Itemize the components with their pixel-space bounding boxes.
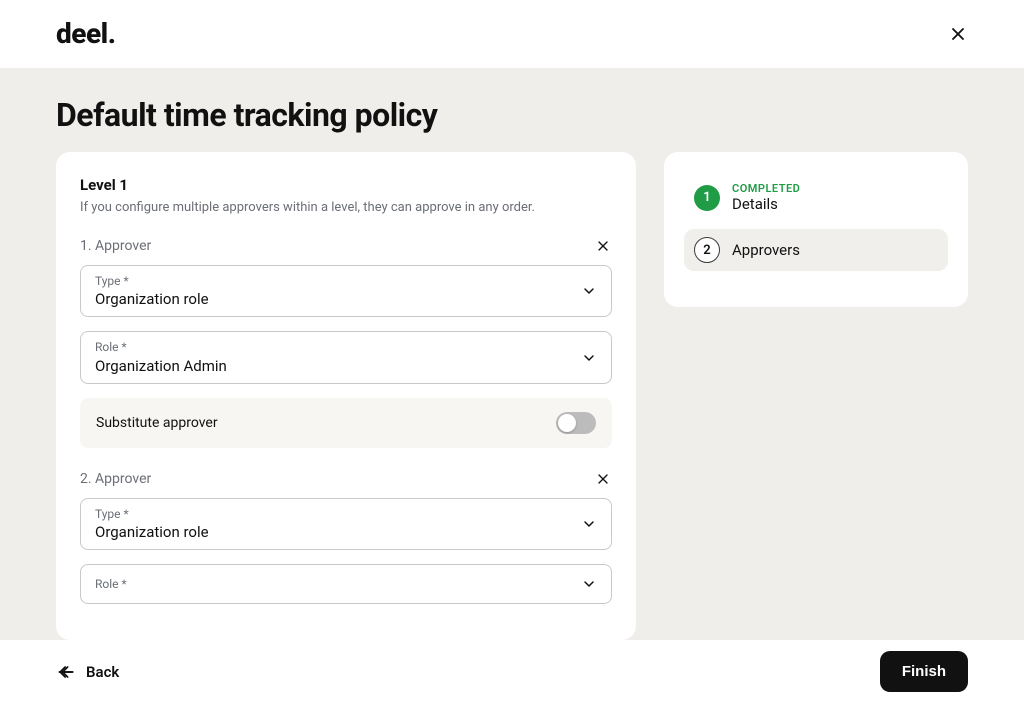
- field-label: Type *: [95, 274, 571, 288]
- chevron-down-icon: [581, 576, 597, 592]
- chevron-down-icon: [581, 350, 597, 366]
- step-badge-done: 1: [694, 185, 720, 211]
- finish-button[interactable]: Finish: [880, 651, 968, 692]
- back-label: Back: [86, 663, 119, 681]
- approver-type-select[interactable]: Type * Organization role: [80, 498, 612, 550]
- approvers-card: Level 1 If you configure multiple approv…: [56, 152, 636, 640]
- substitute-approver-toggle[interactable]: [556, 412, 596, 434]
- approver-type-select[interactable]: Type * Organization role: [80, 265, 612, 317]
- field-value: Organization role: [95, 290, 571, 308]
- step-badge-number: 2: [694, 237, 720, 263]
- substitute-approver-row: Substitute approver: [80, 398, 612, 448]
- close-icon[interactable]: [948, 24, 968, 44]
- chevron-down-icon: [581, 516, 597, 532]
- field-value: Organization role: [95, 523, 571, 541]
- approver-role-select[interactable]: Role *: [80, 564, 612, 604]
- approver-header: 2. Approver: [80, 470, 612, 488]
- approver-label: 1. Approver: [80, 238, 151, 254]
- footer-bar: Back Finish: [0, 640, 1024, 702]
- field-value: Organization Admin: [95, 357, 571, 375]
- chevron-down-icon: [581, 283, 597, 299]
- step-label: Details: [732, 195, 800, 213]
- approver-header: 1. Approver: [80, 237, 612, 255]
- remove-approver-icon[interactable]: [594, 470, 612, 488]
- step-label: Approvers: [732, 241, 800, 259]
- top-bar: deel.: [0, 0, 1024, 68]
- approver-label: 2. Approver: [80, 471, 151, 487]
- toggle-knob: [558, 414, 576, 432]
- field-label: Role *: [95, 340, 571, 354]
- steps-card: 1 COMPLETED Details 2 Approvers: [664, 152, 968, 307]
- step-details[interactable]: 1 COMPLETED Details: [684, 174, 948, 221]
- logo: deel.: [56, 17, 116, 50]
- level-help: If you configure multiple approvers with…: [80, 200, 612, 215]
- step-approvers[interactable]: 2 Approvers: [684, 229, 948, 271]
- back-button[interactable]: Back: [56, 662, 119, 682]
- field-label: Type *: [95, 507, 571, 521]
- substitute-approver-label: Substitute approver: [96, 415, 218, 431]
- field-label: Role *: [95, 577, 571, 591]
- step-status: COMPLETED: [732, 182, 800, 195]
- remove-approver-icon[interactable]: [594, 237, 612, 255]
- level-title: Level 1: [80, 176, 612, 194]
- approver-role-select[interactable]: Role * Organization Admin: [80, 331, 612, 383]
- page-title: Default time tracking policy: [56, 96, 1024, 134]
- arrow-left-icon: [56, 662, 76, 682]
